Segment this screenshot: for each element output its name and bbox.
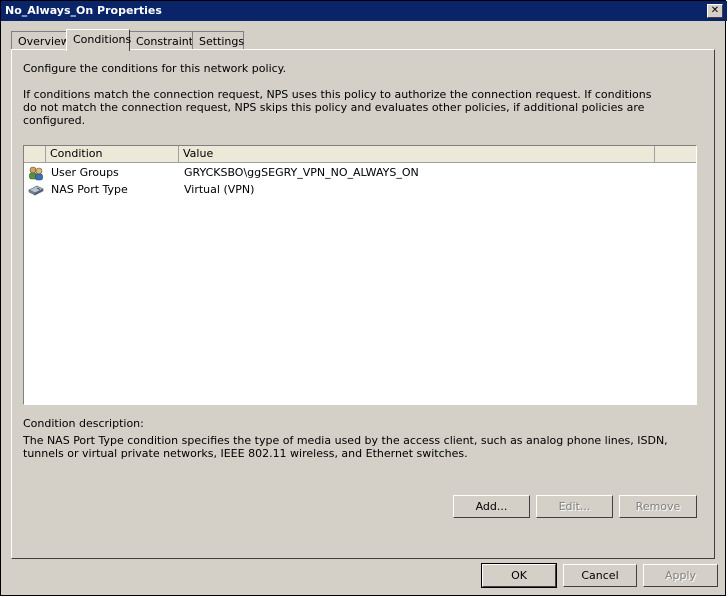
user-groups-icon: [29, 166, 43, 181]
intro-text: Configure the conditions for this networ…: [23, 62, 287, 75]
explanation-text: If conditions match the connection reque…: [23, 88, 652, 127]
cancel-button[interactable]: Cancel: [563, 564, 637, 587]
ok-button[interactable]: OK: [481, 563, 557, 588]
conditions-list[interactable]: Condition Value User Groups GRYCKSBO\ggS…: [23, 145, 697, 405]
list-item[interactable]: NAS Port Type Virtual (VPN): [24, 181, 696, 198]
close-button[interactable]: ✕: [707, 4, 723, 18]
tab-constraints[interactable]: Constraints: [129, 31, 199, 50]
remove-button[interactable]: Remove: [619, 495, 697, 518]
condition-value: Virtual (VPN): [184, 183, 255, 196]
condition-value: GRYCKSBO\ggSEGRY_VPN_NO_ALWAYS_ON: [184, 166, 419, 179]
tab-conditions[interactable]: Conditions: [66, 29, 131, 51]
apply-button[interactable]: Apply: [643, 564, 718, 587]
tab-settings[interactable]: Settings: [192, 31, 244, 50]
header-icon-column: [24, 146, 46, 162]
list-header: Condition Value: [24, 146, 696, 163]
condition-name: User Groups: [51, 166, 119, 179]
condition-name: NAS Port Type: [51, 183, 128, 196]
close-icon: ✕: [710, 5, 720, 16]
properties-dialog: No_Always_On Properties ✕ Overview Condi…: [0, 0, 727, 596]
column-header-value[interactable]: Value: [179, 146, 655, 162]
nas-port-icon: [28, 185, 44, 196]
add-button[interactable]: Add...: [453, 495, 530, 518]
edit-button[interactable]: Edit...: [536, 495, 613, 518]
condition-description-text: The NAS Port Type condition specifies th…: [23, 434, 668, 460]
tab-overview[interactable]: Overview: [11, 31, 70, 50]
window-title: No_Always_On Properties: [5, 4, 162, 17]
condition-description-label: Condition description:: [23, 417, 144, 430]
title-bar[interactable]: No_Always_On Properties ✕: [1, 1, 727, 21]
column-header-condition[interactable]: Condition: [46, 146, 179, 162]
list-item[interactable]: User Groups GRYCKSBO\ggSEGRY_VPN_NO_ALWA…: [24, 164, 696, 181]
